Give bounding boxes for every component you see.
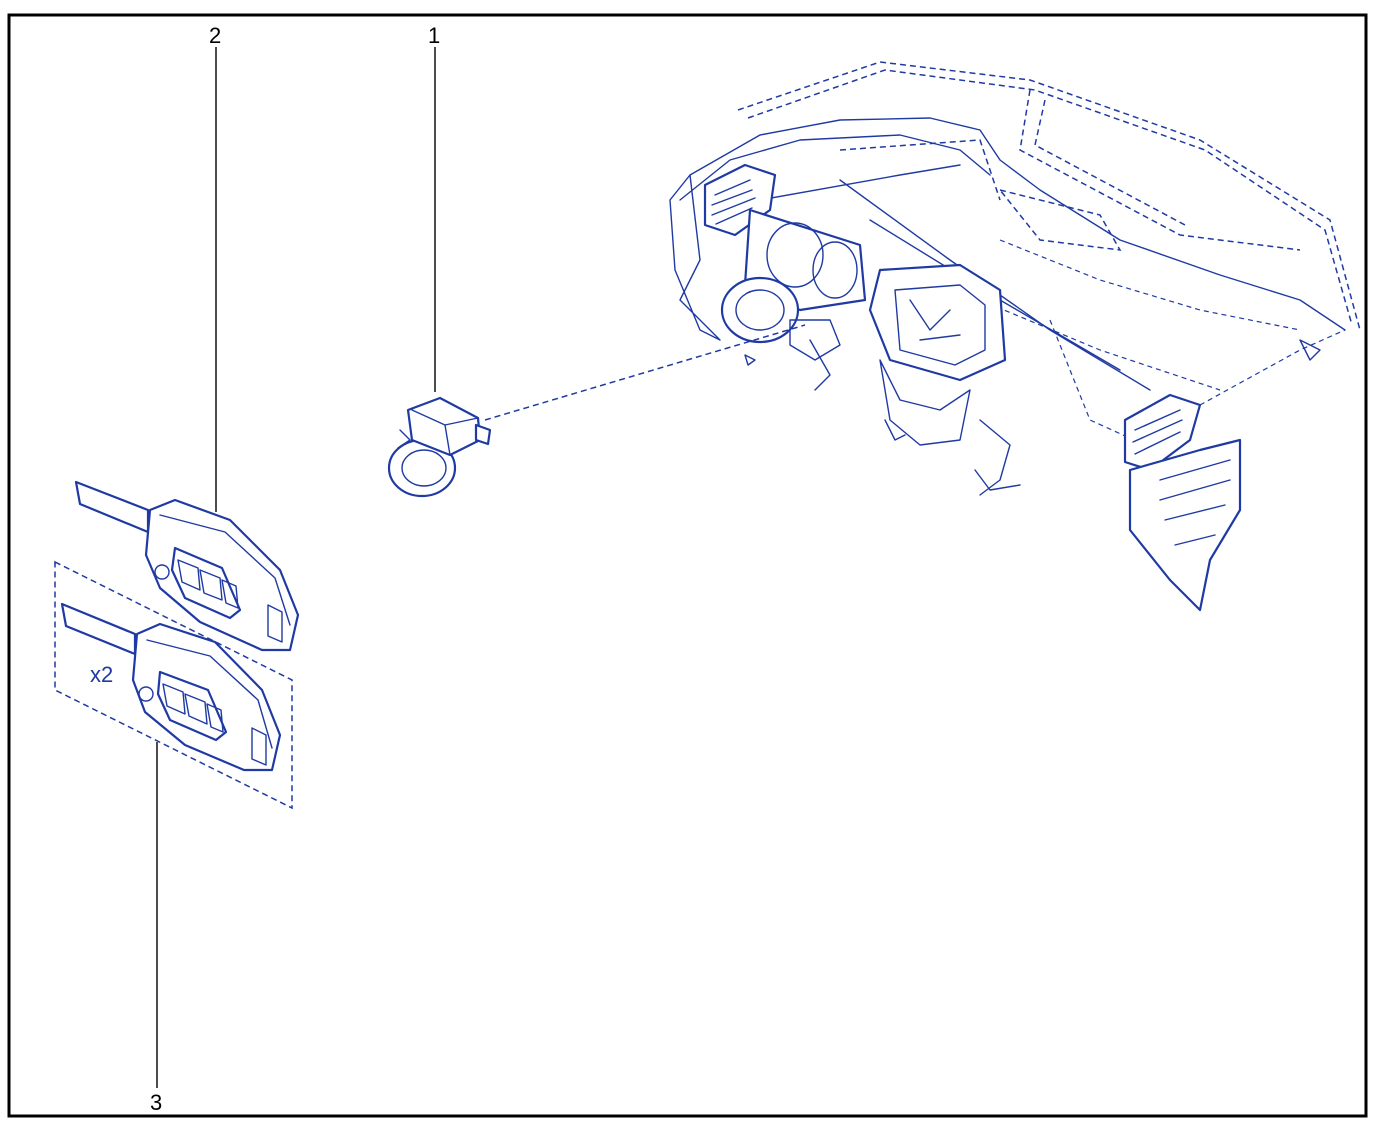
callout-3-label: 3 [150,1090,162,1115]
ignition-antenna-ring [387,396,492,498]
quantity-label: x2 [90,662,113,687]
callout-2-label: 2 [209,23,221,48]
dashboard-assembly [669,61,1361,612]
exploded-parts-diagram: x2 2 1 3 [7,13,1368,1118]
installation-leader-line [484,324,806,421]
callout-1-label: 1 [428,23,440,48]
